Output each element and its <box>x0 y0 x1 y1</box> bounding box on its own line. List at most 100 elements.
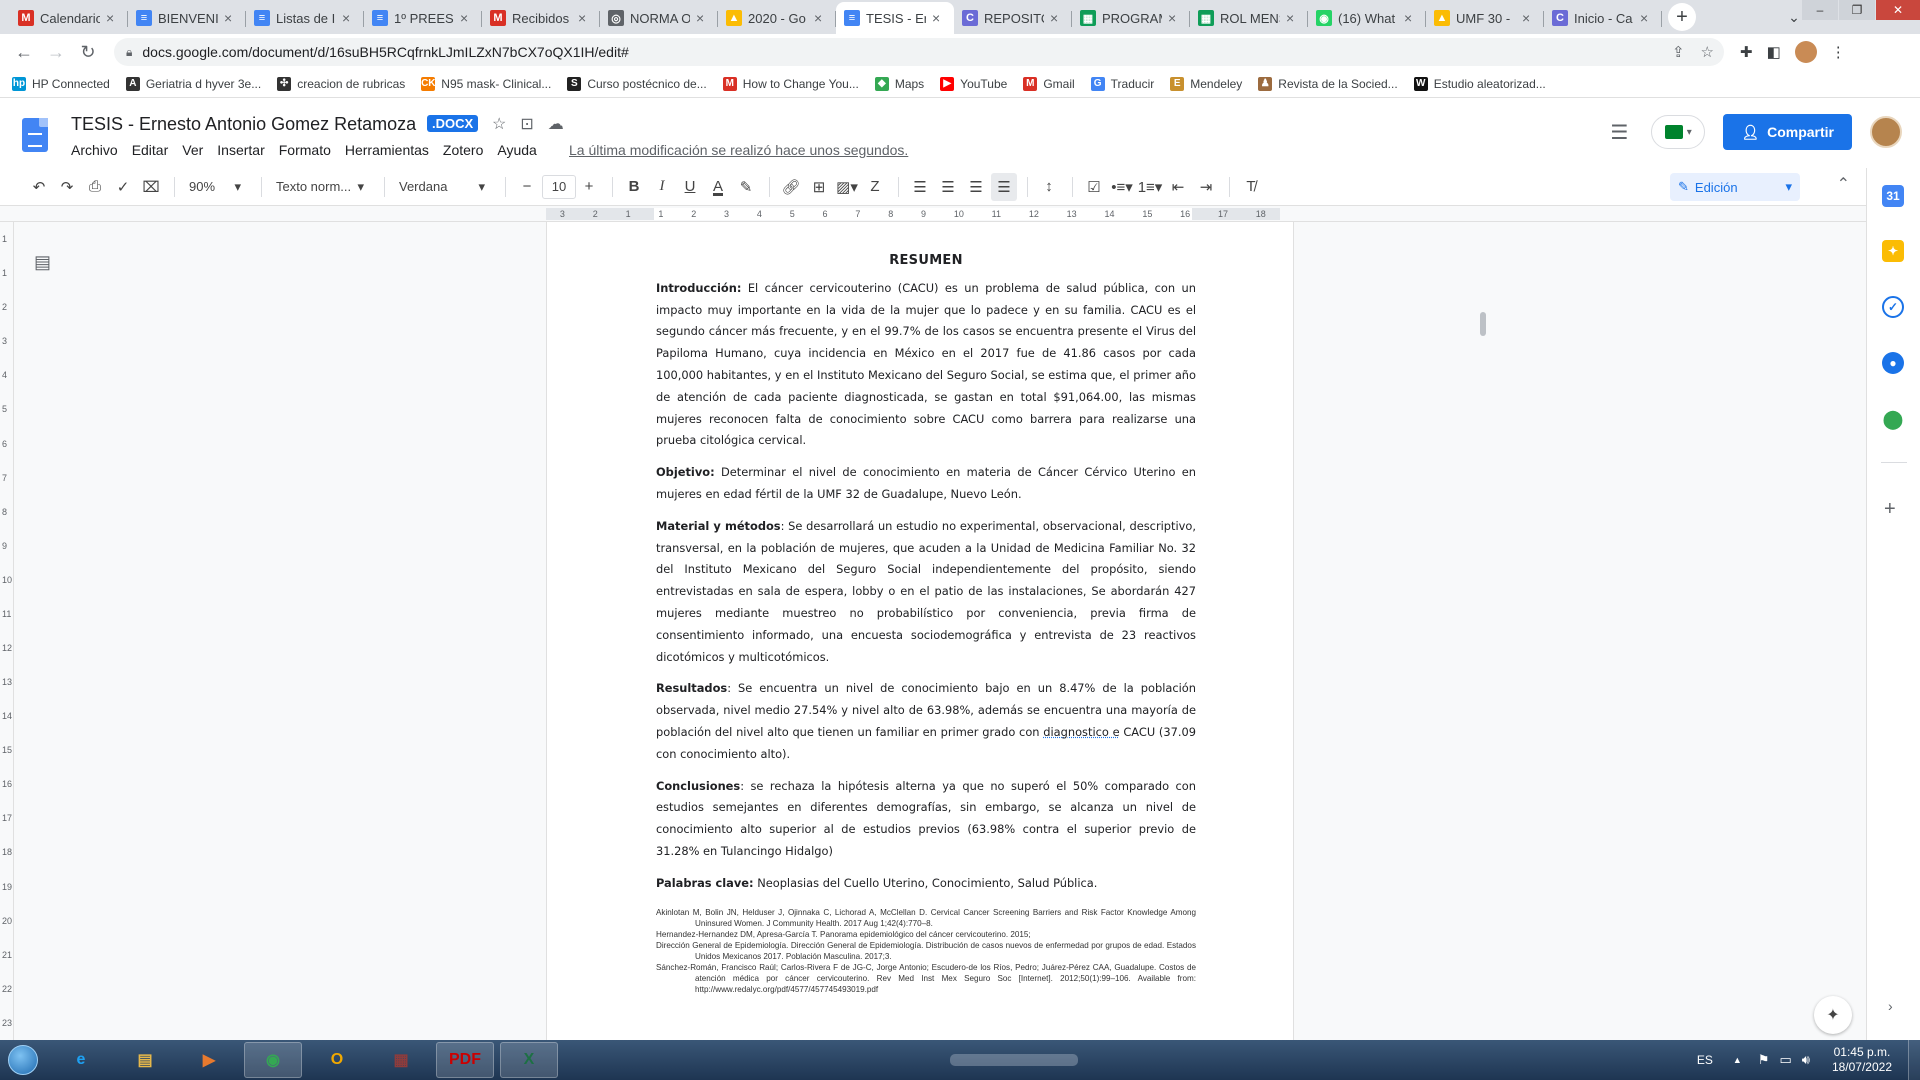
contacts-icon[interactable]: ● <box>1882 352 1904 374</box>
decrease-indent-icon[interactable]: ⇤ <box>1165 173 1191 201</box>
align-left-icon[interactable]: ☰ <box>907 173 933 201</box>
checklist-icon[interactable]: ☑ <box>1081 173 1107 201</box>
taskbar-app-excel[interactable]: X <box>500 1042 558 1078</box>
browser-tab[interactable]: ▦ PROGRAM × <box>1072 2 1190 34</box>
menu-item[interactable]: Ayuda <box>497 142 536 158</box>
keep-icon[interactable]: ✦ <box>1882 240 1904 262</box>
browser-tab[interactable]: ▲ 2020 - Go × <box>718 2 836 34</box>
bookmark-item[interactable]: ♟ Revista de la Socied... <box>1258 76 1398 91</box>
paint-format-icon[interactable]: ⌧ <box>138 173 164 201</box>
document-outline-icon[interactable]: ▤ <box>34 252 51 273</box>
close-tab-icon[interactable]: × <box>224 10 238 26</box>
minimize-button[interactable]: – <box>1802 0 1838 20</box>
share-button[interactable]: 👤︎ Compartir <box>1723 114 1852 150</box>
spellcheck-underline[interactable]: diagnostico e <box>1043 725 1119 739</box>
start-button[interactable] <box>0 1040 46 1080</box>
move-folder-icon[interactable]: ⊡ <box>520 114 533 134</box>
url-field[interactable]: 🔒︎ docs.google.com/document/d/16suBH5RCq… <box>114 38 1724 66</box>
bookmark-item[interactable]: W Estudio aleatorizad... <box>1413 76 1546 91</box>
align-right-icon[interactable]: ☰ <box>963 173 989 201</box>
bold-icon[interactable]: B <box>621 173 647 201</box>
menu-item[interactable]: Zotero <box>443 142 483 158</box>
undo-icon[interactable]: ↶ <box>26 173 52 201</box>
increase-indent-icon[interactable]: ⇥ <box>1193 173 1219 201</box>
font-size-field[interactable]: 10 <box>542 174 576 199</box>
font-select[interactable]: Verdana ▾ <box>393 173 491 201</box>
bookmark-item[interactable]: CK N95 mask- Clinical... <box>421 76 551 91</box>
add-addon-icon[interactable]: + <box>1884 498 1896 521</box>
docs-logo-icon[interactable] <box>22 118 48 152</box>
maps-pin-icon[interactable]: ⬤ <box>1882 408 1904 430</box>
close-tab-icon[interactable]: × <box>1404 10 1418 26</box>
bookmark-item[interactable]: S Curso postécnico de... <box>567 76 707 91</box>
back-button[interactable]: ← <box>10 38 38 66</box>
add-comment-icon[interactable]: ⊞ <box>806 173 832 201</box>
menu-item[interactable]: Herramientas <box>345 142 429 158</box>
insert-image-icon[interactable]: ▨▾ <box>834 173 860 201</box>
taskbar-app-pdf[interactable]: PDF <box>436 1042 494 1078</box>
comment-history-icon[interactable]: ☰ <box>1605 118 1633 146</box>
taskbar-app-media[interactable]: ▶ <box>180 1042 238 1078</box>
insert-link-icon[interactable]: 🔗︎ <box>778 173 804 201</box>
close-tab-icon[interactable]: × <box>696 10 710 26</box>
close-tab-icon[interactable]: × <box>1522 10 1536 26</box>
browser-tab[interactable]: M Calendario × <box>10 2 128 34</box>
close-tab-icon[interactable]: × <box>1168 10 1182 26</box>
star-icon[interactable]: ☆ <box>492 114 506 134</box>
bookmark-item[interactable]: E Mendeley <box>1170 76 1242 91</box>
numbered-list-icon[interactable]: 1≡▾ <box>1137 173 1163 201</box>
close-tab-icon[interactable]: × <box>1286 10 1300 26</box>
justify-icon[interactable]: ☰ <box>991 172 1017 201</box>
browser-tab[interactable]: ≡ 1º PREESC × <box>364 2 482 34</box>
forward-button[interactable]: → <box>42 38 70 66</box>
meet-button[interactable]: ▾ <box>1651 115 1706 149</box>
user-avatar[interactable] <box>1870 116 1902 148</box>
document-page[interactable]: RESUMEN Introducción: El cáncer cervicou… <box>546 222 1294 1040</box>
bookmark-item[interactable]: G Traducir <box>1090 76 1154 91</box>
menu-item[interactable]: Editar <box>132 142 169 158</box>
clock[interactable]: 01:45 p.m. 18/07/2022 <box>1832 1045 1892 1075</box>
show-hidden-icons-icon[interactable]: ▲ <box>1733 1055 1742 1065</box>
browser-tab[interactable]: C Inicio - Ca × <box>1544 2 1662 34</box>
horizontal-ruler[interactable]: 3 2 1 1 2 3 4 5 6 7 8 9 10 11 12 13 14 15 16 17 18 <box>0 206 1866 222</box>
menu-item[interactable]: Archivo <box>71 142 118 158</box>
taskbar-app-winrar[interactable]: ▦ <box>372 1042 430 1078</box>
text-color-icon[interactable]: A <box>705 173 731 201</box>
taskbar-app-ie[interactable]: e <box>52 1042 110 1078</box>
document-title[interactable]: TESIS - Ernesto Antonio Gomez Retamoza <box>71 114 416 135</box>
browser-tab[interactable]: ≡ Listas de I × <box>246 2 364 34</box>
last-modified-link[interactable]: La última modificación se realizó hace u… <box>569 142 908 158</box>
tasks-icon[interactable]: ✓ <box>1882 296 1904 318</box>
editing-mode-select[interactable]: ✎ Edición ▾ <box>1670 173 1800 201</box>
spellcheck-icon[interactable]: ✓ <box>110 173 136 201</box>
browser-menu-icon[interactable]: ⋮ <box>1831 43 1846 61</box>
side-panel-icon[interactable]: ◧ <box>1767 43 1781 61</box>
taskbar-app-outlook[interactable]: O <box>308 1042 366 1078</box>
italic-icon[interactable]: I <box>649 173 675 201</box>
close-tab-icon[interactable]: × <box>814 10 828 26</box>
close-tab-icon[interactable]: × <box>106 10 120 26</box>
vertical-ruler[interactable]: 1 1 2 3 4 5 6 7 8 9 10 11 12 13 14 15 16 17 18 19 20 21 22 23 <box>0 222 14 1040</box>
maximize-button[interactable]: ❐ <box>1839 0 1875 20</box>
bookmark-item[interactable]: A Geriatria d hyver 3e... <box>125 76 261 91</box>
highlight-icon[interactable]: ✎ <box>733 173 759 201</box>
close-tab-icon[interactable]: × <box>460 10 474 26</box>
taskbar-app-explorer[interactable]: ▤ <box>116 1042 174 1078</box>
bookmark-item[interactable]: ◆ Maps <box>874 76 924 91</box>
clear-formatting-icon[interactable]: T̸ <box>1238 173 1264 201</box>
language-indicator[interactable]: ES <box>1697 1053 1713 1067</box>
print-icon[interactable]: ⎙ <box>82 173 108 201</box>
cloud-status-icon[interactable]: ☁ <box>548 114 564 134</box>
browser-tab[interactable]: ▲ UMF 30 - × <box>1426 2 1544 34</box>
action-center-icon[interactable]: ⚑ <box>1758 1052 1770 1068</box>
decrease-font-size-button[interactable]: − <box>514 173 540 201</box>
menu-item[interactable]: Formato <box>279 142 331 158</box>
profile-avatar[interactable] <box>1794 41 1817 63</box>
bulleted-list-icon[interactable]: •≡▾ <box>1109 173 1135 201</box>
close-window-button[interactable]: ✕ <box>1876 0 1920 20</box>
close-tab-icon[interactable]: × <box>932 10 946 26</box>
close-tab-icon[interactable]: × <box>578 10 592 26</box>
close-tab-icon[interactable]: × <box>342 10 356 26</box>
browser-tab[interactable]: ◎ NORMA O × <box>600 2 718 34</box>
underline-icon[interactable]: U <box>677 173 703 201</box>
